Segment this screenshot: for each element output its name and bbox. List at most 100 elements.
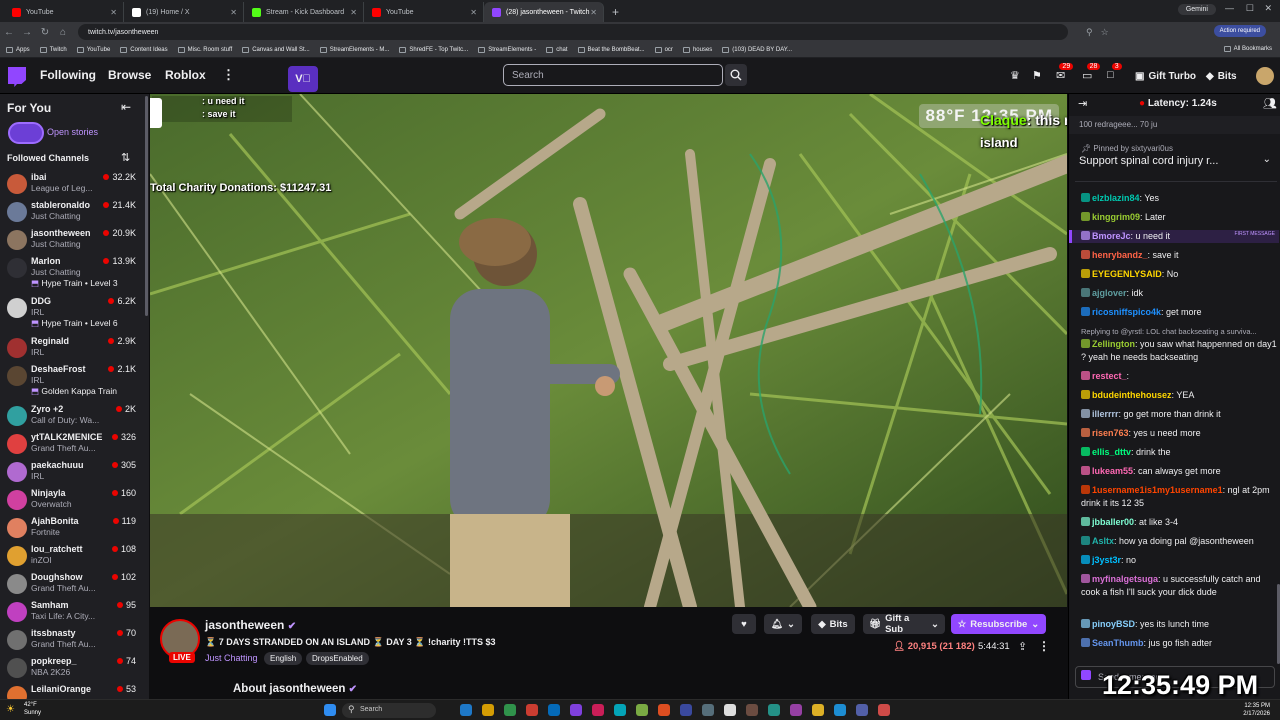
more-menu-icon[interactable]: ⋮ <box>222 67 235 83</box>
chat-message[interactable]: illerrrr: go get more than drink it <box>1081 408 1277 421</box>
followed-channel-item[interactable]: AjahBonita Fortnite 119 <box>0 514 142 542</box>
bookmark-item[interactable]: ShredFE - Top Twitc... <box>399 46 468 53</box>
pinned-message[interactable]: 📌︎ Pinned by sixtyvari0us Support spinal… <box>1075 144 1277 182</box>
chat-message[interactable]: risen763: yes u need more <box>1081 427 1277 440</box>
stories-avatars[interactable] <box>8 122 44 144</box>
chat-username[interactable]: 1username1is1my1username1 <box>1092 485 1223 495</box>
chat-username[interactable]: kinggrim09 <box>1092 212 1140 222</box>
chat-message[interactable]: myfinalgetsuga: u successfully catch and… <box>1081 573 1277 599</box>
chat-username[interactable]: ellis_dttv <box>1092 447 1131 457</box>
chat-message[interactable]: ellis_dttv: drink the <box>1081 446 1277 459</box>
followed-channel-item[interactable]: jasontheween Just Chatting 20.9K <box>0 226 142 254</box>
maximize-icon[interactable]: ☐ <box>1246 3 1254 14</box>
resubscribe-button[interactable]: ☆ Resubscribe ⌄ <box>951 614 1046 634</box>
gift-sub-button[interactable]: 🎁︎ Gift a Sub ⌄ <box>863 613 945 635</box>
followed-channel-item[interactable]: Doughshow Grand Theft Au... 102 <box>0 570 142 598</box>
nav-roblox[interactable]: Roblox <box>165 68 206 82</box>
taskbar-app-icon[interactable] <box>702 704 714 716</box>
action-required-button[interactable]: Action required <box>1213 25 1266 37</box>
taskbar-app-icon[interactable] <box>592 704 604 716</box>
taskbar-app-icon[interactable] <box>614 704 626 716</box>
twitch-logo-icon[interactable] <box>8 67 26 87</box>
chat-username[interactable]: illerrrr <box>1092 409 1119 419</box>
chat-username[interactable]: EYEGENLYSAID <box>1092 269 1162 279</box>
chat-message[interactable]: Asltx: how ya doing pal @jasontheween <box>1081 535 1277 548</box>
get-bits-button[interactable]: ◆ Bits <box>1206 66 1237 86</box>
chevron-down-icon[interactable]: ⌄ <box>1263 154 1271 165</box>
streamer-name[interactable]: jasontheween ✔ <box>205 618 296 632</box>
chat-message[interactable]: restect_: <box>1081 370 1277 383</box>
taskbar-app-icon[interactable] <box>460 704 472 716</box>
users-icon[interactable]: 👥︎ <box>1263 97 1277 110</box>
followed-channel-item[interactable]: Zyro +2 Call of Duty: Wa... 2K <box>0 402 142 430</box>
tag-english[interactable]: English <box>264 652 303 665</box>
collapse-sidebar-icon[interactable]: ⇤ <box>121 100 131 114</box>
crown-icon[interactable]: ♛ <box>1010 69 1020 82</box>
chat-message[interactable]: ajglover: idk <box>1081 287 1277 300</box>
followed-channel-item[interactable]: DeshaeFrost IRL 2.1K ⬒ Golden Kappa Train <box>0 362 142 402</box>
taskbar-app-icon[interactable] <box>680 704 692 716</box>
windows-start-icon[interactable] <box>324 704 336 716</box>
chat-username[interactable]: myfinalgetsuga <box>1092 574 1158 584</box>
chat-username[interactable]: bdudeinthehousez <box>1092 390 1172 400</box>
chat-message[interactable]: 1username1is1my1username1: ngl at 2pm dr… <box>1081 484 1277 510</box>
followed-channel-item[interactable]: paekachuuu IRL 305 <box>0 458 142 486</box>
chat-message[interactable]: FIRST MESSAGE BmoreJc: u need it <box>1069 230 1279 243</box>
chat-username[interactable]: jbballer00 <box>1092 517 1134 527</box>
followed-channel-item[interactable]: popkreep_ NBA 2K26 74 <box>0 654 142 682</box>
bookmark-item[interactable]: Content Ideas <box>120 46 168 53</box>
taskbar-app-icon[interactable] <box>724 704 736 716</box>
taskbar-app-icon[interactable] <box>790 704 802 716</box>
drops-icon[interactable]: ⚑ <box>1032 69 1042 82</box>
followed-channel-item[interactable]: Ninjayla Overwatch 160 <box>0 486 142 514</box>
taskbar-app-icon[interactable] <box>548 704 560 716</box>
zoom-icon[interactable]: ⚲ <box>1086 27 1093 38</box>
inbox-icon[interactable]: ✉ 29 <box>1056 63 1074 82</box>
taskbar-app-icon[interactable] <box>768 704 780 716</box>
taskbar-app-icon[interactable] <box>504 704 516 716</box>
followed-channel-item[interactable]: lou_ratchett inZOI 108 <box>0 542 142 570</box>
chat-username[interactable]: risen763 <box>1092 428 1129 438</box>
bookmark-item[interactable]: Canvas and Wall St... <box>242 46 310 53</box>
taskbar-app-icon[interactable] <box>526 704 538 716</box>
followed-channel-item[interactable]: ytTALK2MENICE Grand Theft Au... 326 <box>0 430 142 458</box>
more-options-icon[interactable]: ⋮ <box>1038 639 1050 653</box>
close-window-icon[interactable]: ✕ <box>1264 3 1272 14</box>
bookmark-item[interactable]: Twitch <box>39 46 67 53</box>
bookmark-item[interactable]: Misc. Room stuff <box>177 46 232 53</box>
reload-icon[interactable]: ↻ <box>36 27 54 38</box>
expand-chat-icon[interactable]: ⇥ <box>1078 97 1087 110</box>
browser-tab[interactable]: YouTube ✕ <box>364 2 484 22</box>
close-tab-icon[interactable]: ✕ <box>350 8 357 17</box>
followed-channel-item[interactable]: Samham Taxi Life: A City... 95 <box>0 598 142 626</box>
followed-channel-item[interactable]: itssbnasty Grand Theft Au... 70 <box>0 626 142 654</box>
chat-username[interactable]: restect_ <box>1092 371 1127 381</box>
browser-tab[interactable]: Stream - Kick Dashboard ✕ <box>244 2 364 22</box>
taskbar-app-icon[interactable] <box>658 704 670 716</box>
bookmark-item[interactable]: houses <box>682 46 712 53</box>
notifications-icon[interactable]: □ 3 <box>1107 63 1122 81</box>
bookmark-item[interactable]: YouTube <box>76 46 110 53</box>
gift-turbo-button[interactable]: ▣ Gift Turbo <box>1131 66 1200 86</box>
followed-channel-item[interactable]: LeilaniOrange 53 <box>0 682 142 699</box>
taskbar-app-icon[interactable] <box>834 704 846 716</box>
extension-logo-icon[interactable]: V⃞ <box>288 66 318 92</box>
taskbar-app-icon[interactable] <box>482 704 494 716</box>
chat-message[interactable]: lukeam55: can always get more <box>1081 465 1277 478</box>
chat-username[interactable]: BmoreJc <box>1092 231 1131 241</box>
bookmark-item[interactable]: ocr <box>654 46 673 53</box>
bookmark-item[interactable]: StreamElements - M... <box>319 46 389 53</box>
chat-username[interactable]: lukeam55 <box>1092 466 1133 476</box>
tag-drops-enabled[interactable]: DropsEnabled <box>306 652 369 665</box>
chat-message[interactable]: elzblazin84: Yes <box>1081 192 1277 205</box>
open-stories-link[interactable]: Open stories <box>47 127 98 137</box>
minimize-icon[interactable]: — <box>1225 3 1234 13</box>
chat-username[interactable]: j3yst3r <box>1092 555 1121 565</box>
gemini-button[interactable]: Gemini <box>1177 4 1216 15</box>
chat-message[interactable]: pinoyBSD: yes its lunch time <box>1081 618 1277 631</box>
browser-tab[interactable]: (28) jasontheween - Twitch ✕ <box>484 2 604 22</box>
followed-channel-item[interactable]: DDG IRL 6.2K ⬒ Hype Train • Level 6 <box>0 294 142 334</box>
chat-username[interactable]: henrybandz_ <box>1092 250 1148 260</box>
url-field[interactable]: twitch.tv/jasontheween <box>78 24 1068 40</box>
chat-message[interactable]: Zellington: you saw what happenned on da… <box>1081 338 1277 364</box>
